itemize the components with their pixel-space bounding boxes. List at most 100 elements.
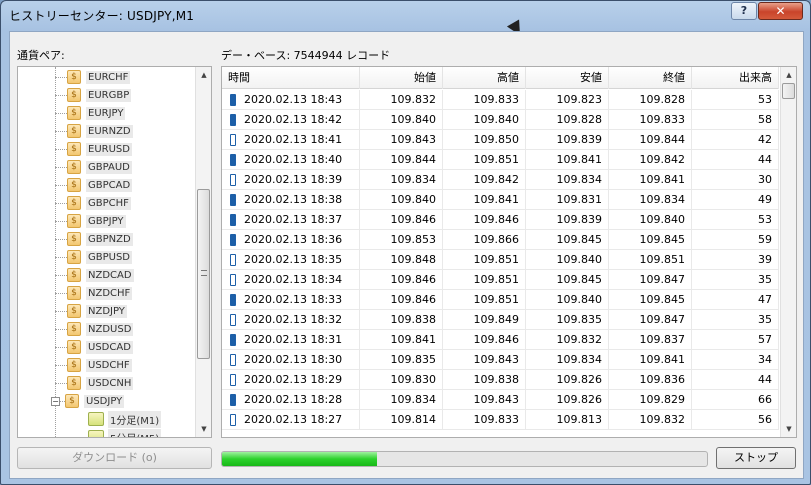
cell-low: 109.840 (526, 290, 609, 310)
column-header-close[interactable]: 終値 (609, 67, 692, 89)
scroll-down-arrow-icon[interactable]: ▼ (781, 421, 796, 437)
download-button[interactable]: ダウンロード (o) (17, 447, 212, 469)
tree-item-eurchf[interactable]: $ EURCHF (67, 68, 131, 86)
tree-connector-line (55, 311, 67, 312)
cell-low: 109.826 (526, 390, 609, 410)
table-row[interactable]: 2020.02.13 18:31 109.841 109.846 109.832 109… (222, 330, 779, 350)
tree-item-eurgbp[interactable]: $ EURGBP (67, 86, 132, 104)
table-row[interactable]: 2020.02.13 18:30 109.835 109.843 109.834 109… (222, 350, 779, 370)
tree-connector-line (55, 275, 67, 276)
cell-time-text: 2020.02.13 18:28 (244, 393, 343, 406)
table-row[interactable]: 2020.02.13 18:34 109.846 109.851 109.845 109… (222, 270, 779, 290)
table-scroll-thumb[interactable] (782, 83, 795, 99)
currency-icon: $ (67, 250, 81, 264)
table-row[interactable]: 2020.02.13 18:28 109.834 109.843 109.826 109… (222, 390, 779, 410)
tree-item-gbpchf[interactable]: $ GBPCHF (67, 194, 131, 212)
scroll-up-arrow-icon[interactable]: ▲ (781, 67, 796, 83)
scroll-down-arrow-icon[interactable]: ▼ (196, 421, 211, 437)
tree-item-nzdusd[interactable]: $ NZDUSD (67, 320, 134, 338)
tree-item-label: USDCHF (86, 358, 132, 372)
cell-time-text: 2020.02.13 18:40 (244, 153, 343, 166)
table-row[interactable]: 2020.02.13 18:36 109.853 109.866 109.845 109… (222, 230, 779, 250)
tree-item-timeframe[interactable]: 5分足(M5) (88, 428, 162, 437)
cell-high: 109.851 (443, 150, 526, 170)
collapse-icon[interactable]: − (51, 396, 60, 406)
cell-time: 2020.02.13 18:33 (222, 290, 360, 310)
table-header: 時間 始値 高値 安値 終値 出来高 (222, 67, 779, 89)
symbol-tree[interactable]: ▲ ▼ $ EURCHF $ EURGBP $ EURJPY $ EURNZD $ EURUSD $… (17, 66, 212, 438)
table-row[interactable]: 2020.02.13 18:40 109.844 109.851 109.841 109… (222, 150, 779, 170)
candle-icon (230, 174, 236, 186)
tree-item-nzdcad[interactable]: $ NZDCAD (67, 266, 134, 284)
candle-icon (230, 314, 236, 326)
tree-item-eurnzd[interactable]: $ EURNZD (67, 122, 133, 140)
cell-high: 109.840 (443, 110, 526, 130)
table-row[interactable]: 2020.02.13 18:43 109.832 109.833 109.823 109… (222, 90, 779, 110)
tree-scroll-thumb[interactable] (197, 189, 210, 359)
table-row[interactable]: 2020.02.13 18:27 109.814 109.833 109.813 109… (222, 410, 779, 430)
cell-time-text: 2020.02.13 18:43 (244, 93, 343, 106)
tree-item-timeframe[interactable]: 1分足(M1) (88, 410, 162, 428)
tree-item-label: NZDCAD (86, 268, 134, 282)
help-button[interactable]: ? (731, 2, 757, 20)
history-table[interactable]: 時間 始値 高値 安値 終値 出来高 2020.02.13 18:43 109.8… (221, 66, 797, 438)
currency-icon: $ (67, 214, 81, 228)
tree-item-label: GBPCHF (86, 196, 131, 210)
tree-item-usdcnh[interactable]: $ USDCNH (67, 374, 134, 392)
currency-pairs-label: 通貨ペア: (17, 49, 65, 62)
column-header-high[interactable]: 高値 (443, 67, 526, 89)
scroll-grip-icon (201, 270, 207, 276)
cell-close: 109.842 (609, 150, 692, 170)
column-header-volume[interactable]: 出来高 (692, 67, 779, 89)
table-row[interactable]: 2020.02.13 18:32 109.838 109.849 109.835 109… (222, 310, 779, 330)
tree-item-nzdjpy[interactable]: $ NZDJPY (67, 302, 127, 320)
cell-open: 109.843 (360, 130, 443, 150)
candle-icon (230, 414, 236, 426)
column-header-time[interactable]: 時間 (222, 67, 360, 89)
cell-close: 109.829 (609, 390, 692, 410)
table-row[interactable]: 2020.02.13 18:42 109.840 109.840 109.828 109… (222, 110, 779, 130)
tree-item-usdchf[interactable]: $ USDCHF (67, 356, 132, 374)
tree-item-gbpcad[interactable]: $ GBPCAD (67, 176, 133, 194)
candle-icon (230, 194, 236, 206)
column-header-low[interactable]: 安値 (526, 67, 609, 89)
currency-icon: $ (67, 142, 81, 156)
currency-icon: $ (67, 322, 81, 336)
cell-open: 109.834 (360, 390, 443, 410)
cell-time-text: 2020.02.13 18:31 (244, 333, 343, 346)
table-row[interactable]: 2020.02.13 18:38 109.840 109.841 109.831 109… (222, 190, 779, 210)
table-row[interactable]: 2020.02.13 18:37 109.846 109.846 109.839 109… (222, 210, 779, 230)
tree-item-eurusd[interactable]: $ EURUSD (67, 140, 132, 158)
tree-connector-line (55, 383, 67, 384)
tree-item-gbpaud[interactable]: $ GBPAUD (67, 158, 132, 176)
tree-item-nzdchf[interactable]: $ NZDCHF (67, 284, 133, 302)
table-row[interactable]: 2020.02.13 18:29 109.830 109.838 109.826 109… (222, 370, 779, 390)
table-scrollbar[interactable]: ▲ ▼ (780, 67, 796, 437)
table-row[interactable]: 2020.02.13 18:33 109.846 109.851 109.840 109… (222, 290, 779, 310)
tree-item-eurjpy[interactable]: $ EURJPY (67, 104, 126, 122)
cell-low: 109.835 (526, 310, 609, 330)
cell-low: 109.834 (526, 170, 609, 190)
tree-item-label: NZDUSD (86, 322, 134, 336)
cell-low: 109.813 (526, 410, 609, 430)
cell-volume: 34 (692, 350, 779, 370)
tree-item-gbpnzd[interactable]: $ GBPNZD (67, 230, 133, 248)
close-button[interactable]: ✕ (758, 2, 803, 20)
cell-open: 109.830 (360, 370, 443, 390)
scroll-up-arrow-icon[interactable]: ▲ (196, 67, 211, 83)
table-row[interactable]: 2020.02.13 18:35 109.848 109.851 109.840 109… (222, 250, 779, 270)
column-header-open[interactable]: 始値 (360, 67, 443, 89)
tree-connector-line (55, 293, 67, 294)
stop-button[interactable]: ストップ (716, 447, 796, 469)
tree-item-usdjpy[interactable]: − $ USDJPY (51, 392, 125, 410)
tree-item-gbpusd[interactable]: $ GBPUSD (67, 248, 133, 266)
title-bar[interactable]: ヒストリーセンター: USDJPY,M1 ? ✕ (1, 1, 810, 29)
cell-high: 109.843 (443, 350, 526, 370)
table-row[interactable]: 2020.02.13 18:41 109.843 109.850 109.839 109… (222, 130, 779, 150)
tree-item-usdcad[interactable]: $ USDCAD (67, 338, 133, 356)
tree-item-gbpjpy[interactable]: $ GBPJPY (67, 212, 126, 230)
candle-icon (230, 354, 236, 366)
tree-scrollbar[interactable]: ▲ ▼ (195, 67, 211, 437)
cell-time: 2020.02.13 18:43 (222, 90, 360, 110)
table-row[interactable]: 2020.02.13 18:39 109.834 109.842 109.834 109… (222, 170, 779, 190)
